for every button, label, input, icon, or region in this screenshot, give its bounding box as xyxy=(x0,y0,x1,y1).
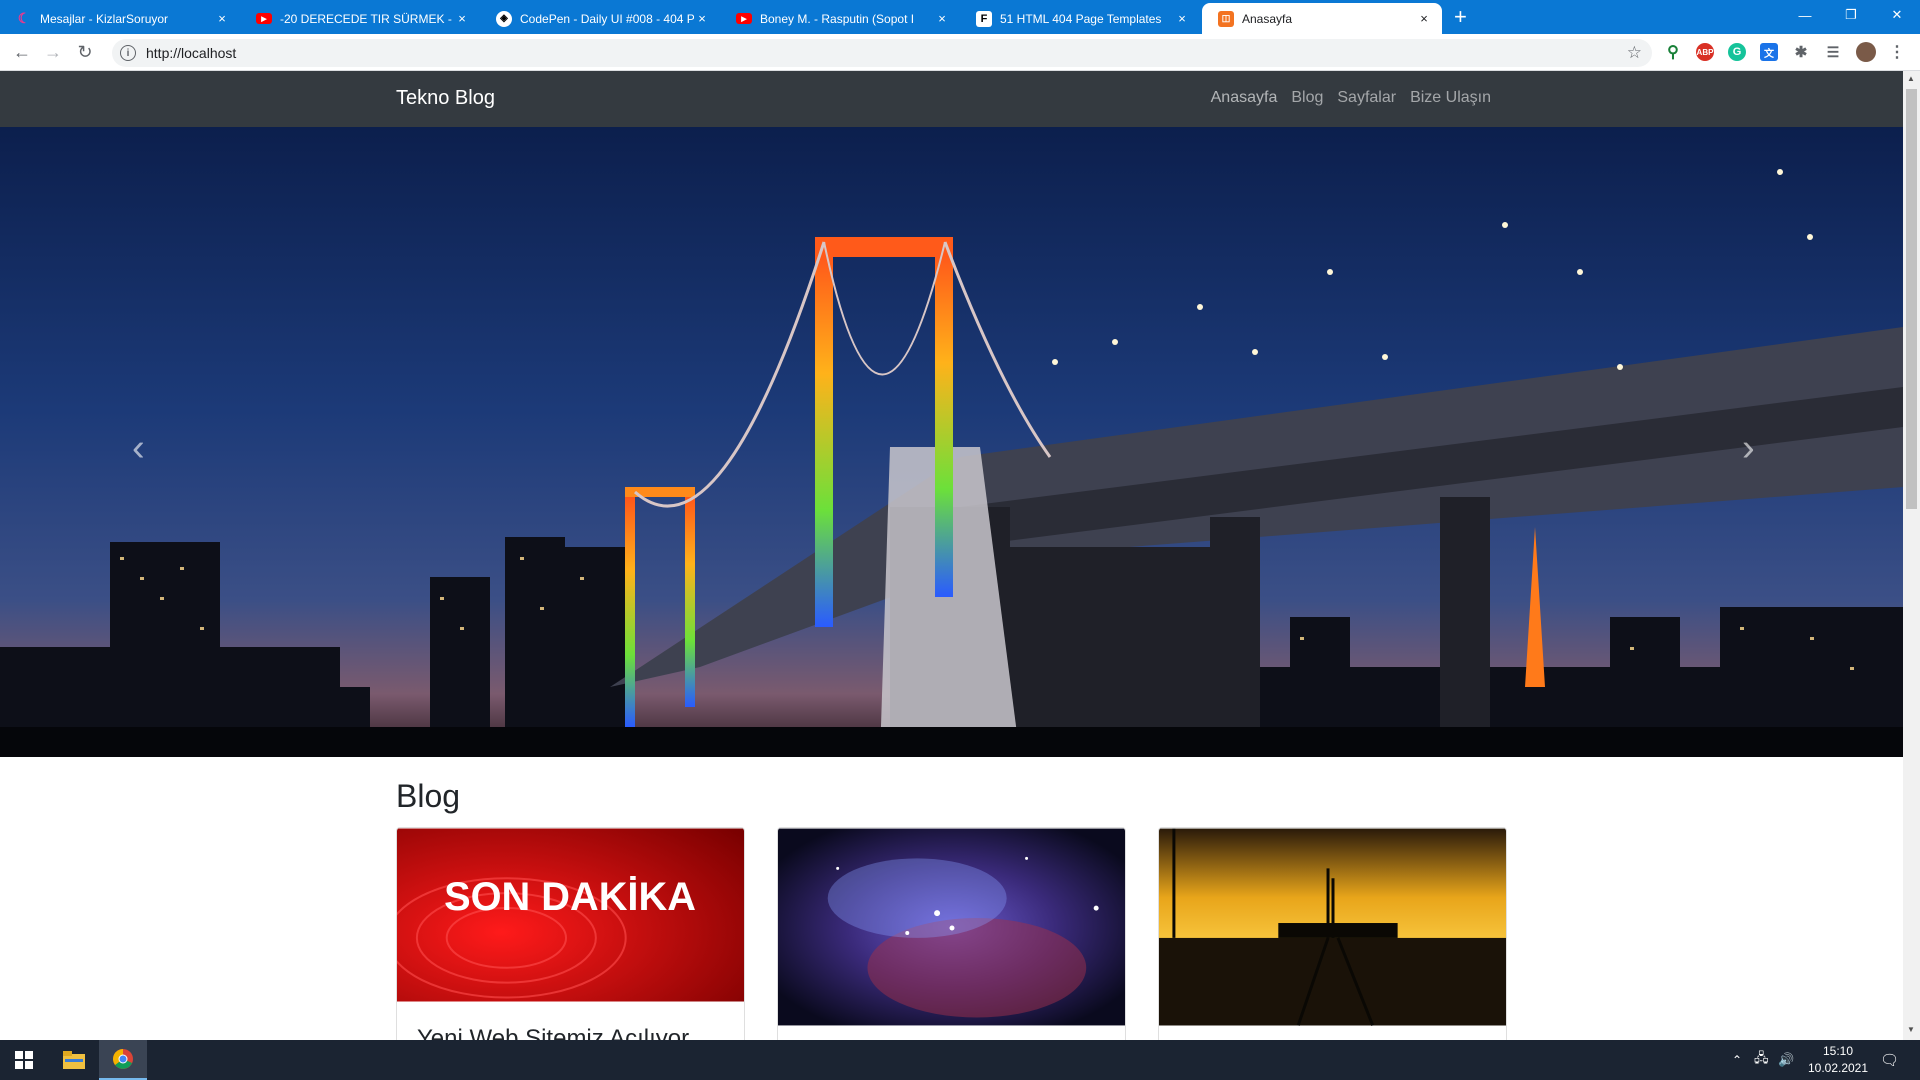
browser-tab[interactable]: ☾ Mesajlar - KizlarSoruyor × xyxy=(0,3,240,34)
system-clock[interactable]: 15:10 10.02.2021 xyxy=(1800,1043,1876,1077)
tab-close-icon[interactable]: × xyxy=(214,11,230,26)
browser-toolbar: ← → ↻ i http://localhost ☆ xyxy=(0,34,1920,71)
restore-button[interactable]: ❐ xyxy=(1828,0,1874,30)
notifications-icon[interactable]: 🗨 xyxy=(1880,1040,1899,1080)
hero-carousel: ‹ › xyxy=(0,127,1903,757)
menu-item-bize-ulasin[interactable]: Bize Ulaşın xyxy=(1403,89,1498,107)
address-bar[interactable]: i http://localhost ☆ xyxy=(112,39,1652,67)
tray-chevron-icon[interactable]: ⌃ xyxy=(1732,1040,1742,1080)
adblock-icon[interactable]: ABP xyxy=(1696,43,1714,61)
site-navbar: Tekno Blog Anasayfa Blog Sayfalar Bize U… xyxy=(0,71,1903,127)
tab-title: Anasayfa xyxy=(1242,11,1293,26)
url-text[interactable]: http://localhost xyxy=(146,45,1627,61)
scrollbar-thumb[interactable] xyxy=(1906,89,1917,509)
tab-close-icon[interactable]: × xyxy=(1416,11,1432,26)
translate-extension-icon[interactable]: 文 xyxy=(1760,43,1778,61)
chrome-icon xyxy=(113,1049,133,1069)
windows-taskbar: ⌃ 🖧 🔊 15:10 10.02.2021 🗨 xyxy=(0,1040,1920,1080)
page-viewport: Tekno Blog Anasayfa Blog Sayfalar Bize U… xyxy=(0,71,1903,1040)
reload-button[interactable]: ↻ xyxy=(73,40,97,64)
grammarly-icon[interactable]: G xyxy=(1728,43,1746,61)
bookmark-star-icon[interactable]: ☆ xyxy=(1627,43,1642,63)
window-close-button[interactable]: ✕ xyxy=(1874,0,1920,30)
windows-logo-icon xyxy=(15,1051,33,1069)
hero-bridge-image xyxy=(0,127,1903,757)
forward-button[interactable]: → xyxy=(41,40,65,64)
tab-title: Boney M. - Rasputin (Sopot I xyxy=(760,11,915,26)
reading-list-icon[interactable]: ☰ xyxy=(1824,43,1842,61)
minimize-button[interactable]: — xyxy=(1782,0,1828,30)
new-tab-button[interactable]: + xyxy=(1454,5,1467,29)
tab-title: 51 HTML 404 Page Templates xyxy=(1000,11,1162,26)
browser-tab-bar: ☾ Mesajlar - KizlarSoruyor × ▶ -20 DEREC… xyxy=(0,0,1920,34)
back-button[interactable]: ← xyxy=(10,40,34,64)
page-f-icon: F xyxy=(976,10,992,27)
blog-section-heading: Blog xyxy=(396,778,461,814)
blog-card[interactable] xyxy=(1158,827,1507,1040)
menu-item-sayfalar[interactable]: Sayfalar xyxy=(1330,89,1403,107)
browser-tab[interactable]: ▶ -20 DERECEDE TIR SÜRMEK - You × xyxy=(240,3,480,34)
carousel-prev-icon[interactable]: ‹ xyxy=(132,427,145,470)
kizlarsoruyor-icon: ☾ xyxy=(17,10,31,26)
blog-card-image xyxy=(1159,828,1506,1026)
carousel-next-icon[interactable]: › xyxy=(1742,427,1755,470)
blog-card-title[interactable]: Yeni Web Sitemiz Açılıyor xyxy=(417,1025,689,1040)
site-favicon-icon: ◫ xyxy=(1218,10,1234,27)
volume-icon[interactable]: 🔊 xyxy=(1778,1040,1794,1080)
codepen-icon: ◈ xyxy=(496,10,512,27)
profile-avatar[interactable] xyxy=(1856,42,1876,62)
folder-icon xyxy=(63,1051,85,1069)
tab-title: CodePen - Daily UI #008 - 404 Pa xyxy=(520,11,694,26)
site-info-icon[interactable]: i xyxy=(120,45,136,61)
chrome-taskbar-button[interactable] xyxy=(99,1040,147,1080)
pin-extension-icon[interactable]: ⚲ xyxy=(1664,43,1682,61)
youtube-icon: ▶ xyxy=(256,13,272,24)
browser-tab[interactable]: F 51 HTML 404 Page Templates × xyxy=(960,3,1200,34)
blog-card[interactable] xyxy=(777,827,1126,1040)
tab-title: -20 DERECEDE TIR SÜRMEK - You xyxy=(280,11,454,26)
tab-close-icon[interactable]: × xyxy=(934,11,950,26)
tab-close-icon[interactable]: × xyxy=(694,11,710,26)
page-scrollbar[interactable]: ▲ ▼ xyxy=(1903,71,1920,1040)
start-button[interactable] xyxy=(0,1040,48,1080)
menu-item-anasayfa[interactable]: Anasayfa xyxy=(1204,89,1285,107)
blog-card-image: SON DAKİKA xyxy=(397,828,744,1002)
menu-item-blog[interactable]: Blog xyxy=(1284,89,1330,107)
son-dakika-text: SON DAKİKA xyxy=(444,875,696,919)
tab-close-icon[interactable]: × xyxy=(1174,11,1190,26)
chrome-menu-icon[interactable]: ⋮ xyxy=(1888,43,1906,61)
tab-close-icon[interactable]: × xyxy=(454,11,470,26)
extensions-puzzle-icon[interactable]: ✱ xyxy=(1792,43,1810,61)
network-icon[interactable]: 🖧 xyxy=(1754,1040,1769,1080)
clock-date: 10.02.2021 xyxy=(1807,1061,1869,1075)
clock-time: 15:10 xyxy=(1822,1044,1854,1058)
scroll-up-icon[interactable]: ▲ xyxy=(1907,74,1915,83)
scroll-down-icon[interactable]: ▼ xyxy=(1907,1025,1915,1034)
tab-title: Mesajlar - KizlarSoruyor xyxy=(40,11,169,26)
youtube-icon: ▶ xyxy=(736,13,752,24)
blog-card[interactable]: SON DAKİKA Yeni Web Sitemiz Açılıyor xyxy=(396,827,745,1040)
browser-tab[interactable]: ▶ Boney M. - Rasputin (Sopot I × xyxy=(720,3,960,34)
browser-tab-active[interactable]: ◫ Anasayfa × xyxy=(1202,3,1442,34)
blog-card-image xyxy=(778,828,1125,1026)
site-menu: Anasayfa Blog Sayfalar Bize Ulaşın xyxy=(1204,89,1498,107)
file-explorer-button[interactable] xyxy=(50,1040,98,1080)
site-brand[interactable]: Tekno Blog xyxy=(396,87,495,110)
browser-tab[interactable]: ◈ CodePen - Daily UI #008 - 404 Pa × xyxy=(480,3,720,34)
